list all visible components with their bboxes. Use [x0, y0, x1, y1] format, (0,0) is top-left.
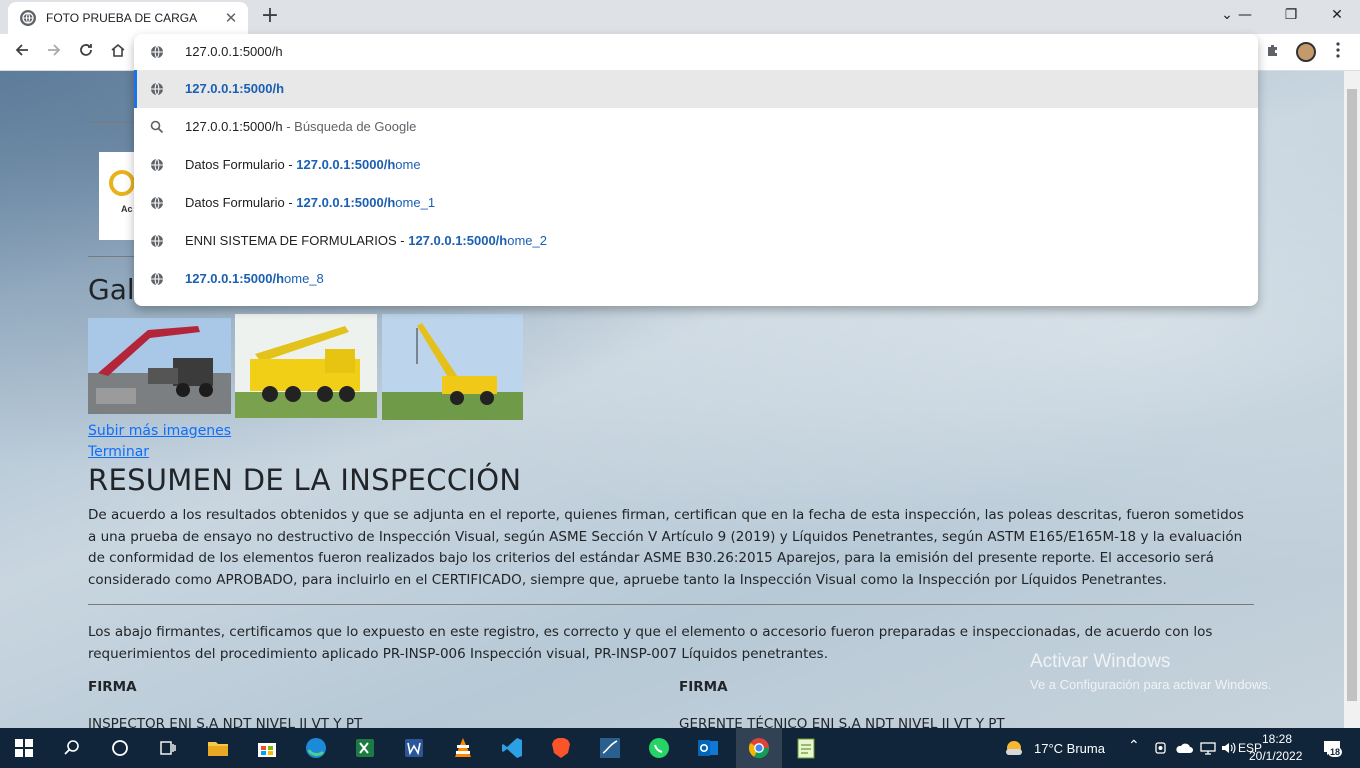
- crane-photo-1[interactable]: [88, 318, 231, 414]
- suggestion-title: Datos Formulario: [185, 157, 285, 172]
- scrollbar-thumb[interactable]: [1347, 89, 1357, 701]
- chrome-icon[interactable]: [745, 734, 773, 762]
- divider: [88, 122, 136, 123]
- vertical-scrollbar[interactable]: [1344, 71, 1360, 728]
- suggestion-url-rest: ome_2: [507, 233, 547, 248]
- globe-icon: [151, 45, 163, 59]
- manager-role: GERENTE TÉCNICO ENI S.A NDT NIVEL II VT …: [679, 716, 1005, 728]
- suggestion-url-match: 127.0.0.1:5000/h: [296, 195, 396, 210]
- reload-icon: [80, 44, 92, 56]
- close-tab-icon[interactable]: ✕: [222, 9, 240, 27]
- upload-images-link[interactable]: Subir más imagenes: [88, 423, 231, 439]
- clock-date[interactable]: 20/1/2022: [1249, 749, 1302, 763]
- tab-title: FOTO PRUEBA DE CARGA: [46, 11, 198, 25]
- suggestion-item[interactable]: 127.0.0.1:5000/h - Búsqueda de Google: [134, 108, 1258, 146]
- store-icon[interactable]: [253, 734, 281, 762]
- weather-icon[interactable]: [1000, 734, 1028, 762]
- signature-label-right: FIRMA: [679, 679, 728, 695]
- globe-icon: [20, 10, 36, 26]
- activation-watermark-subtitle: Ve a Configuración para activar Windows.: [1030, 677, 1272, 692]
- address-bar[interactable]: 127.0.0.1:5000/h: [134, 34, 1258, 70]
- globe-icon: [151, 158, 163, 172]
- globe-icon: [151, 272, 163, 286]
- inspector-role: INSPECTOR ENI S.A NDT NIVEL II VT Y PT: [88, 716, 363, 728]
- suggestion-url-rest: ome_8: [284, 271, 324, 286]
- file-explorer-icon[interactable]: [204, 734, 232, 762]
- search-icon[interactable]: [58, 734, 86, 762]
- vlc-icon[interactable]: [449, 734, 477, 762]
- suggestion-url-match: 127.0.0.1:5000/h: [185, 271, 285, 286]
- minimize-button[interactable]: —: [1222, 0, 1268, 30]
- arrow-right-icon: [48, 44, 61, 56]
- suggestion-item[interactable]: Datos Formulario - 127.0.0.1:5000/home: [134, 146, 1258, 184]
- new-tab-button[interactable]: +: [258, 5, 282, 29]
- divider: [88, 604, 1254, 605]
- extensions-icon[interactable]: [1260, 40, 1286, 66]
- restore-button[interactable]: ❐: [1268, 0, 1314, 30]
- globe-icon: [151, 82, 163, 96]
- task-view-icon[interactable]: [154, 734, 182, 762]
- signature-label-left: FIRMA: [88, 679, 137, 695]
- home-icon: [111, 43, 125, 57]
- divider: [88, 256, 136, 257]
- suggestion-separator: -: [284, 157, 297, 172]
- suggestion-item[interactable]: Datos Formulario - 127.0.0.1:5000/home_1: [134, 184, 1258, 222]
- suggestion-item[interactable]: 127.0.0.1:5000/home_8: [134, 260, 1258, 298]
- weather-text[interactable]: 17°C Bruma: [1034, 741, 1105, 756]
- outlook-icon[interactable]: [694, 734, 722, 762]
- clock-time[interactable]: 18:28: [1262, 732, 1292, 746]
- suggestion-url-match: 127.0.0.1:5000/h: [408, 233, 508, 248]
- close-window-button[interactable]: ✕: [1314, 0, 1360, 30]
- globe-icon: [151, 234, 163, 248]
- suggestion-url-rest: ome: [395, 157, 421, 172]
- company-logo: Ac: [99, 152, 139, 240]
- brave-icon[interactable]: [547, 734, 575, 762]
- edge-icon[interactable]: [302, 734, 330, 762]
- logo-icon: [109, 170, 135, 196]
- suggestion-separator: -: [284, 195, 297, 210]
- browser-tab[interactable]: FOTO PRUEBA DE CARGA ✕: [8, 2, 248, 34]
- crane-photo-2[interactable]: [235, 314, 377, 418]
- finish-link[interactable]: Terminar: [88, 444, 149, 460]
- windows-taskbar: 17°C Bruma ⌃ ESP 18:28 20/1/2022 18: [0, 728, 1360, 768]
- suggestion-title: Datos Formulario: [185, 195, 285, 210]
- menu-icon[interactable]: [1325, 40, 1351, 66]
- activation-watermark-title: Activar Windows: [1030, 651, 1171, 672]
- logo-text: Ac: [121, 204, 133, 214]
- avatar[interactable]: [1296, 42, 1316, 62]
- suggestion-item[interactable]: 127.0.0.1:5000/h: [134, 70, 1258, 108]
- search-icon: [150, 120, 164, 134]
- tab-strip: FOTO PRUEBA DE CARGA ✕ + ⌄ — ❐ ✕: [0, 0, 1360, 34]
- suggestion-title: ENNI SISTEMA DE FORMULARIOS: [185, 233, 397, 248]
- vscode-icon[interactable]: [498, 734, 526, 762]
- globe-icon: [151, 196, 163, 210]
- crane-photo-3[interactable]: [382, 314, 523, 420]
- forward-button[interactable]: [40, 39, 68, 67]
- chevron-up-icon[interactable]: ⌃: [1128, 737, 1140, 754]
- notepad-icon[interactable]: [792, 734, 820, 762]
- excel-icon[interactable]: [351, 734, 379, 762]
- suggestion-url-rest: ome_1: [395, 195, 436, 210]
- suggestion-description: Búsqueda de Google: [294, 119, 417, 134]
- back-button[interactable]: [8, 39, 36, 67]
- suggestion-separator: -: [282, 119, 295, 134]
- omnibox-dropdown: 127.0.0.1:5000/h 127.0.0.1:5000/h 127.0.…: [134, 34, 1258, 306]
- whatsapp-icon[interactable]: [645, 734, 673, 762]
- address-input[interactable]: 127.0.0.1:5000/h: [185, 44, 283, 59]
- summary-paragraph: De acuerdo a los resultados obtenidos y …: [88, 507, 1244, 588]
- suggestion-item[interactable]: ENNI SISTEMA DE FORMULARIOS - 127.0.0.1:…: [134, 222, 1258, 260]
- reload-button[interactable]: [72, 39, 100, 67]
- suggestion-title: 127.0.0.1:5000/h: [185, 119, 283, 134]
- suggestion-url-match: 127.0.0.1:5000/h: [296, 157, 396, 172]
- home-button[interactable]: [104, 39, 132, 67]
- word-icon[interactable]: [400, 734, 428, 762]
- notification-count-badge: 18: [1328, 747, 1343, 757]
- windows-start-icon[interactable]: [10, 734, 38, 762]
- suggestion-url-match: 127.0.0.1:5000/h: [185, 81, 285, 96]
- arrow-left-icon: [15, 44, 28, 56]
- summary-heading: RESUMEN DE LA INSPECCIÓN: [88, 463, 522, 497]
- cortana-icon[interactable]: [106, 734, 134, 762]
- workbench-icon[interactable]: [596, 734, 624, 762]
- suggestion-separator: -: [396, 233, 409, 248]
